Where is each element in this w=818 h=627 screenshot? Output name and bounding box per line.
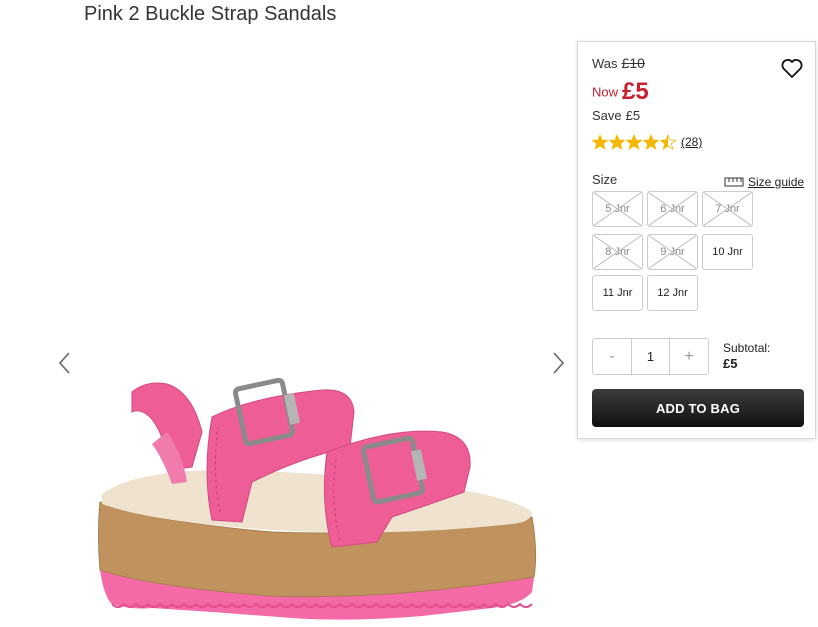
star-icon <box>609 134 625 150</box>
size-option[interactable]: 8 Jnr <box>592 234 643 270</box>
size-option[interactable]: 7 Jnr <box>702 191 753 227</box>
was-label: Was <box>592 56 618 71</box>
was-price: Was £10 <box>592 55 645 71</box>
rating: (28) <box>592 134 702 150</box>
size-option[interactable]: 12 Jnr <box>647 275 698 311</box>
subtotal: Subtotal: £5 <box>723 340 770 372</box>
heart-icon <box>781 59 803 78</box>
now-label: Now <box>592 84 619 100</box>
size-guide-link[interactable]: Size guide <box>724 175 804 189</box>
quantity-input[interactable]: 1 <box>631 339 670 374</box>
add-to-bag-button[interactable]: ADD TO BAG <box>592 389 804 427</box>
quantity-decrease-button[interactable]: - <box>593 339 631 374</box>
star-icon <box>643 134 659 150</box>
unavailable-cross-icon <box>593 192 642 226</box>
subtotal-label: Subtotal: <box>723 341 771 355</box>
next-image-button[interactable] <box>548 350 568 376</box>
was-price-value: £10 <box>621 55 645 71</box>
size-option[interactable]: 5 Jnr <box>592 191 643 227</box>
star-icon <box>660 134 676 150</box>
size-option-label: 12 Jnr <box>657 287 688 299</box>
unavailable-cross-icon <box>648 235 697 269</box>
save-value: £5 <box>625 108 641 123</box>
size-option[interactable]: 6 Jnr <box>647 191 698 227</box>
star-icon <box>626 134 642 150</box>
quantity-increase-button[interactable]: + <box>670 339 708 374</box>
now-price-value: £5 <box>622 78 649 105</box>
unavailable-cross-icon <box>593 235 642 269</box>
product-title: Pink 2 Buckle Strap Sandals <box>84 3 337 25</box>
save-amount: Save £5 <box>592 108 640 123</box>
size-option[interactable]: 11 Jnr <box>592 275 643 311</box>
unavailable-cross-icon <box>648 192 697 226</box>
save-label: Save <box>592 108 622 123</box>
subtotal-value: £5 <box>723 356 738 371</box>
unavailable-cross-icon <box>703 192 752 226</box>
chevron-left-icon <box>58 352 70 374</box>
now-price: Now £5 <box>592 78 649 106</box>
product-image <box>98 377 537 620</box>
size-option[interactable]: 10 Jnr <box>702 234 753 270</box>
size-option-label: 10 Jnr <box>712 246 743 258</box>
size-option-label: 11 Jnr <box>602 287 633 299</box>
chevron-right-icon <box>553 352 565 374</box>
quantity-stepper: - 1 + <box>592 338 709 375</box>
ruler-icon <box>724 177 744 187</box>
size-guide-label: Size guide <box>748 175 805 189</box>
size-label: Size <box>592 172 618 187</box>
previous-image-button[interactable] <box>55 350 75 376</box>
star-icon <box>592 134 608 150</box>
star-rating <box>592 134 677 150</box>
purchase-panel: Was £10 Now £5 Save £5 (28) Size Size guide… <box>577 41 816 439</box>
wishlist-button[interactable] <box>780 56 804 80</box>
review-count-link[interactable]: (28) <box>681 135 702 149</box>
size-option[interactable]: 9 Jnr <box>647 234 698 270</box>
